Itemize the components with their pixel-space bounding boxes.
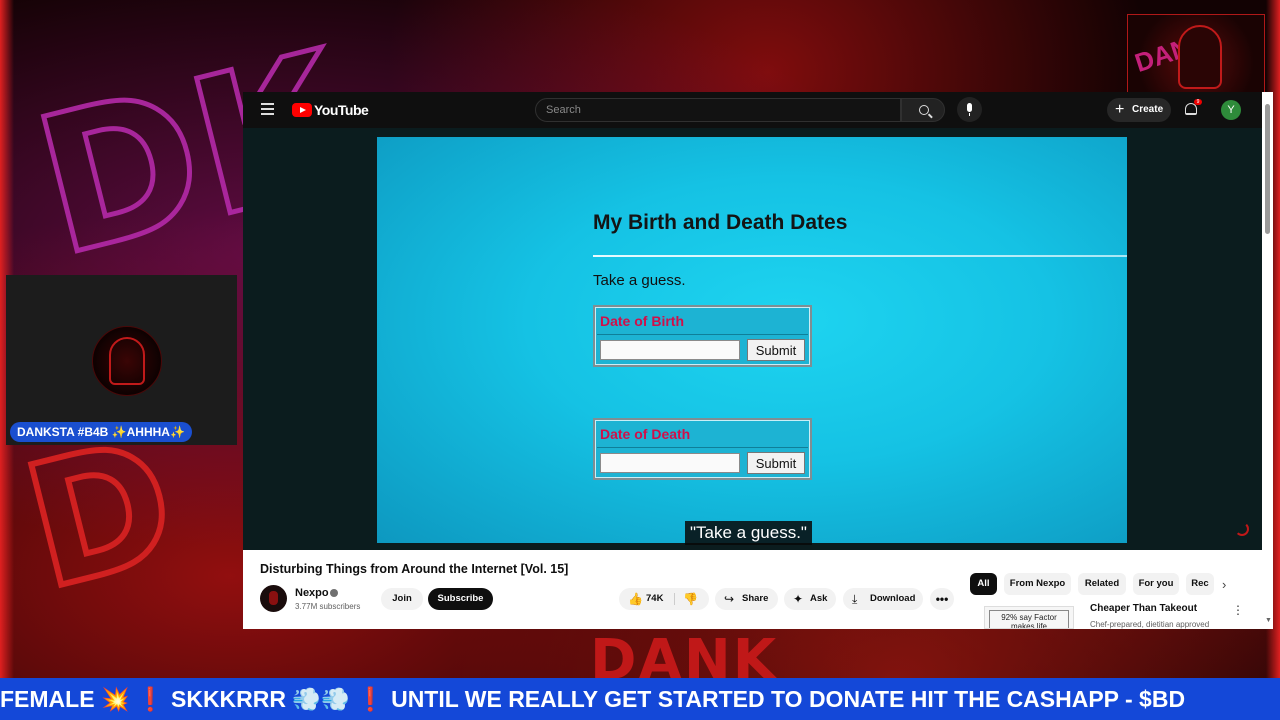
scrollbar-thumb[interactable] bbox=[1265, 104, 1270, 234]
hamburger-menu-icon[interactable] bbox=[261, 103, 274, 115]
search-button[interactable] bbox=[901, 98, 945, 122]
video-title: Disturbing Things from Around the Intern… bbox=[260, 562, 569, 576]
death-submit-button: Submit bbox=[747, 452, 805, 474]
avatar-figure bbox=[109, 337, 145, 385]
share-button[interactable]: ↪ Share bbox=[715, 588, 778, 610]
share-label: Share bbox=[742, 593, 769, 604]
thumbs-down-icon[interactable]: 👎 bbox=[683, 588, 698, 610]
slide-subtitle: Take a guess. bbox=[593, 272, 686, 289]
like-dislike-group: 👍 74K 👎 bbox=[619, 588, 709, 610]
kebab-menu-icon[interactable]: ⋮ bbox=[1232, 603, 1244, 617]
youtube-logo-icon[interactable] bbox=[292, 103, 312, 117]
form-divider bbox=[597, 334, 808, 335]
death-date-input bbox=[600, 453, 740, 473]
download-icon: ⤓ bbox=[852, 592, 858, 606]
share-icon: ↪ bbox=[724, 592, 735, 606]
channel-avatar[interactable] bbox=[260, 585, 287, 612]
birth-label: Date of Birth bbox=[600, 313, 684, 329]
page-scrollbar[interactable] bbox=[1262, 92, 1273, 629]
chip-for-you[interactable]: For you bbox=[1133, 573, 1179, 595]
webcam-panel bbox=[6, 275, 237, 445]
webcam-name-tag: DANKSTA #B4B ✨AHHHA✨ bbox=[10, 422, 192, 442]
chip-related[interactable]: Related bbox=[1078, 573, 1126, 595]
verified-icon bbox=[330, 589, 338, 597]
chevron-right-icon[interactable]: › bbox=[1222, 577, 1226, 592]
chip-recently[interactable]: Rec bbox=[1186, 573, 1214, 595]
subscribe-button[interactable]: Subscribe bbox=[428, 588, 493, 610]
search-input[interactable] bbox=[546, 100, 886, 120]
more-actions-icon[interactable]: ••• bbox=[930, 588, 954, 610]
loading-spinner-icon bbox=[1235, 522, 1249, 536]
download-label: Download bbox=[870, 593, 916, 604]
join-button[interactable]: Join bbox=[381, 588, 423, 610]
create-button[interactable]: + Create bbox=[1107, 98, 1171, 122]
webcam-avatar bbox=[92, 326, 162, 396]
channel-logo-corner: DANK bbox=[1127, 14, 1265, 102]
death-form: Date of Death Submit bbox=[593, 418, 812, 480]
chip-all[interactable]: All bbox=[970, 573, 997, 595]
form-divider bbox=[597, 447, 808, 448]
donation-ticker: FEMALE 💥 ❗ SKKKRRR 💨💨 ❗ UNTIL WE REALLY … bbox=[0, 678, 1280, 720]
birth-date-input bbox=[600, 340, 740, 360]
recommendation-description: Chef-prepared, dietitian approved bbox=[1090, 620, 1210, 629]
create-label: Create bbox=[1132, 104, 1164, 115]
scroll-down-arrow-icon[interactable]: ▼ bbox=[1265, 617, 1272, 624]
recommendation-thumbnail[interactable]: 92% say Factor makes life bbox=[984, 606, 1074, 629]
plus-icon: + bbox=[1115, 101, 1125, 118]
corner-logo-figure bbox=[1178, 25, 1222, 89]
slide-title: My Birth and Death Dates bbox=[593, 211, 848, 234]
channel-name[interactable]: Nexpo bbox=[295, 587, 329, 599]
like-separator bbox=[674, 593, 675, 605]
subscriber-count: 3.77M subscribers bbox=[295, 602, 361, 611]
birth-form: Date of Birth Submit bbox=[593, 305, 812, 367]
ticker-text: FEMALE 💥 ❗ SKKKRRR 💨💨 ❗ UNTIL WE REALLY … bbox=[0, 686, 1186, 712]
death-label: Date of Death bbox=[600, 426, 691, 442]
sparkle-icon: ✦ bbox=[793, 592, 804, 606]
video-caption: "Take a guess." bbox=[685, 521, 812, 545]
account-avatar[interactable]: Y bbox=[1221, 100, 1241, 120]
chip-from-nexpo[interactable]: From Nexpo bbox=[1004, 573, 1071, 595]
download-button[interactable]: ⤓ Download bbox=[843, 588, 923, 610]
slide-divider bbox=[593, 255, 1127, 257]
voice-search-button[interactable] bbox=[957, 97, 982, 122]
like-count[interactable]: 74K bbox=[646, 588, 663, 610]
thumbnail-text: 92% say Factor makes life bbox=[989, 610, 1069, 628]
birth-submit-button: Submit bbox=[747, 339, 805, 361]
ask-button[interactable]: ✦ Ask bbox=[784, 588, 836, 610]
youtube-logo-text[interactable]: YouTube bbox=[314, 102, 369, 118]
recommendation-title[interactable]: Cheaper Than Takeout bbox=[1090, 603, 1197, 614]
thumbs-up-icon[interactable]: 👍 bbox=[628, 588, 643, 610]
notification-badge: 9 bbox=[1194, 99, 1202, 105]
ask-label: Ask bbox=[810, 593, 828, 604]
search-icon bbox=[919, 105, 929, 115]
